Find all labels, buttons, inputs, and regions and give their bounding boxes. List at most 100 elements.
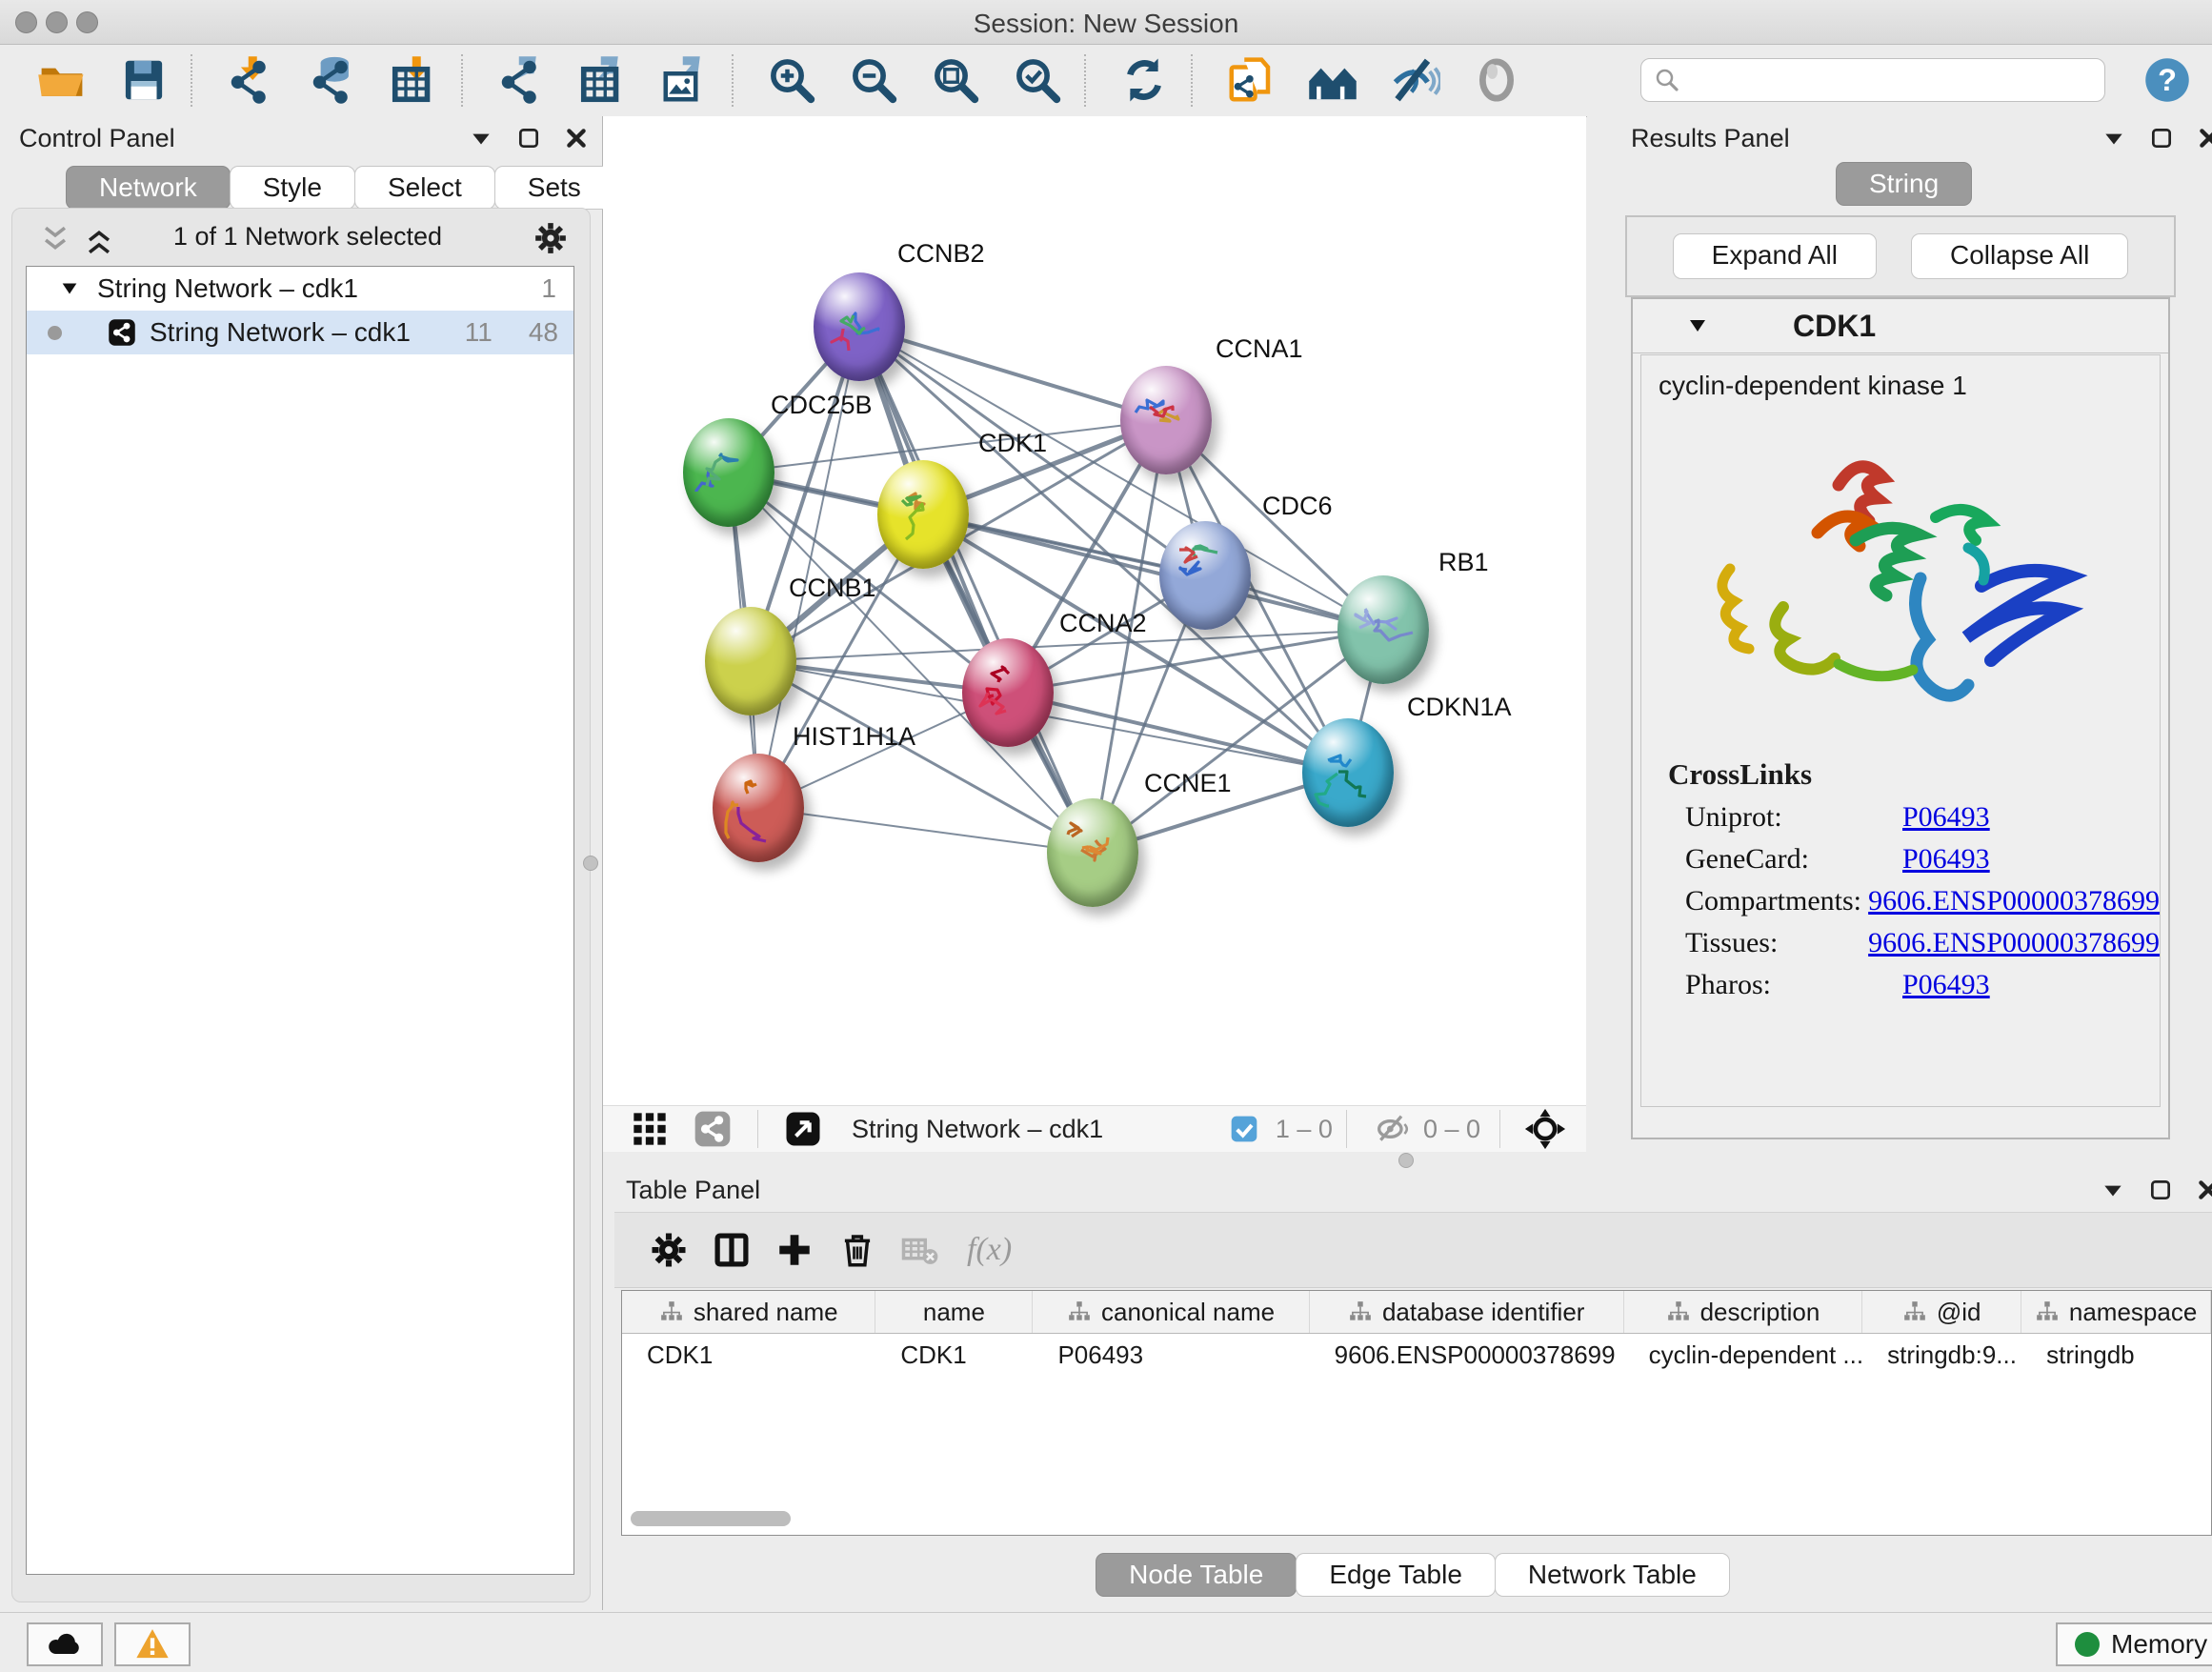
node-CCNB2[interactable] — [814, 272, 905, 381]
tab-network-table[interactable]: Network Table — [1495, 1553, 1730, 1597]
search-box[interactable] — [1640, 58, 2105, 102]
warning-status-button[interactable] — [114, 1622, 191, 1666]
crosslink-value-link[interactable]: P06493 — [1902, 801, 1990, 834]
edge-CCNB2-CCNA1[interactable] — [859, 327, 1166, 420]
maximize-panel-icon[interactable] — [2148, 1178, 2173, 1202]
node-CDC6[interactable] — [1159, 521, 1251, 630]
refresh-view-button[interactable] — [1115, 50, 1174, 110]
cloud-icon — [46, 1625, 84, 1663]
delete-column-icon[interactable] — [826, 1219, 889, 1281]
column-header-database-identifier[interactable]: database identifier — [1310, 1291, 1624, 1333]
close-panel-icon[interactable] — [2197, 126, 2212, 151]
cell-name[interactable]: CDK1 — [875, 1334, 1033, 1376]
save-session-button[interactable] — [114, 50, 173, 110]
first-neighbors-button[interactable] — [1303, 50, 1362, 110]
crosslink-value-link[interactable]: P06493 — [1902, 843, 1990, 876]
tab-select[interactable]: Select — [354, 166, 495, 210]
column-header-namespace[interactable]: namespace — [2021, 1291, 2211, 1333]
node-CCNE1[interactable] — [1047, 798, 1138, 907]
node-CDC25B[interactable] — [683, 418, 774, 527]
zoom-fit-button[interactable] — [926, 50, 985, 110]
network-collection-row[interactable]: String Network – cdk1 1 — [27, 267, 573, 311]
node-CDK1[interactable] — [877, 460, 969, 569]
edge-CCNB2-CCNE1[interactable] — [859, 327, 1093, 853]
export-image-button[interactable] — [655, 50, 714, 110]
column-header-shared-name[interactable]: shared name — [622, 1291, 875, 1333]
collapse-all-button[interactable]: Collapse All — [1911, 233, 2128, 279]
memory-button[interactable]: Memory — [2056, 1622, 2212, 1666]
column-header--id[interactable]: @id — [1862, 1291, 2021, 1333]
cell--id[interactable]: stringdb:9... — [1862, 1334, 2021, 1376]
cell-canonical-name[interactable]: P06493 — [1033, 1334, 1309, 1376]
shared-column-icon — [2035, 1299, 2060, 1324]
float-panel-icon[interactable] — [2101, 1178, 2125, 1202]
collapse-section-icon[interactable] — [1686, 314, 1709, 337]
column-header-name[interactable]: name — [875, 1291, 1033, 1333]
detach-view-icon[interactable] — [772, 1098, 835, 1160]
float-panel-icon[interactable] — [469, 126, 493, 151]
search-input[interactable] — [1681, 65, 2085, 96]
import-network-file-button[interactable] — [221, 50, 280, 110]
add-column-icon[interactable] — [763, 1219, 826, 1281]
zoom-out-button[interactable] — [844, 50, 903, 110]
cell-database-identifier[interactable]: 9606.ENSP00000378699 — [1310, 1334, 1624, 1376]
show-hide-graphics-button[interactable] — [1385, 50, 1444, 110]
duplicate-network-button[interactable] — [1221, 50, 1280, 110]
import-network-database-button[interactable] — [303, 50, 362, 110]
edge-CDK1-RB1[interactable] — [923, 514, 1383, 630]
export-network-button[interactable] — [492, 50, 551, 110]
level-of-detail-button[interactable] — [1467, 50, 1526, 110]
help-button[interactable]: ? — [2138, 50, 2197, 110]
table-row[interactable]: CDK1CDK1P064939606.ENSP00000378699cyclin… — [622, 1334, 2211, 1376]
crosslink-value-link[interactable]: P06493 — [1902, 969, 1990, 1001]
maximize-panel-icon[interactable] — [2149, 126, 2174, 151]
cell-shared-name[interactable]: CDK1 — [622, 1334, 875, 1376]
collapse-all-networks-icon[interactable] — [39, 224, 71, 256]
node-CDKN1A[interactable] — [1302, 718, 1394, 827]
tab-style[interactable]: Style — [230, 166, 355, 210]
horizontal-scrollbar[interactable] — [631, 1511, 791, 1526]
node-table[interactable]: shared namenamecanonical namedatabase id… — [621, 1290, 2212, 1536]
crosslink-value-link[interactable]: 9606.ENSP00000378699 — [1868, 927, 2160, 959]
vertical-splitter-handle-left[interactable] — [583, 856, 598, 871]
tab-network[interactable]: Network — [66, 166, 231, 210]
node-CCNA2[interactable] — [962, 638, 1054, 747]
network-canvas[interactable]: CCNB2CCNA1CDC25BCDK1CDC6RB1CCNB1CCNA2CDK… — [603, 116, 1586, 1105]
cloud-status-button[interactable] — [27, 1622, 103, 1666]
expand-all-networks-icon[interactable] — [83, 224, 115, 256]
fit-content-crosshair-icon[interactable] — [1514, 1098, 1577, 1160]
export-table-button[interactable] — [573, 50, 633, 110]
node-CCNA1[interactable] — [1120, 366, 1212, 474]
network-row[interactable]: String Network – cdk1 11 48 — [27, 311, 573, 354]
horizontal-splitter-handle[interactable] — [1398, 1153, 1414, 1168]
close-panel-icon[interactable] — [2196, 1178, 2212, 1202]
node-RB1[interactable] — [1337, 575, 1429, 684]
tab-node-table[interactable]: Node Table — [1096, 1553, 1297, 1597]
import-table-file-button[interactable] — [385, 50, 444, 110]
tab-sets[interactable]: Sets — [494, 166, 614, 210]
column-header-canonical-name[interactable]: canonical name — [1033, 1291, 1309, 1333]
open-session-button[interactable] — [32, 50, 91, 110]
edge-HIST1H1A-CCNE1[interactable] — [758, 808, 1093, 853]
selected-checkbox-icon[interactable] — [1213, 1098, 1276, 1160]
node-CCNB1[interactable] — [705, 607, 796, 715]
zoom-in-button[interactable] — [762, 50, 821, 110]
tab-edge-table[interactable]: Edge Table — [1296, 1553, 1496, 1597]
maximize-panel-icon[interactable] — [516, 126, 541, 151]
close-panel-icon[interactable] — [564, 126, 589, 151]
float-panel-icon[interactable] — [2101, 126, 2126, 151]
network-badge-icon[interactable] — [681, 1098, 744, 1160]
crosslink-value-link[interactable]: 9606.ENSP00000378699 — [1868, 885, 2160, 917]
table-options-gear-icon[interactable] — [637, 1219, 700, 1281]
column-header-description[interactable]: description — [1624, 1291, 1863, 1333]
cell-description[interactable]: cyclin-dependent ... — [1624, 1334, 1862, 1376]
tab-string[interactable]: String — [1836, 162, 1972, 206]
zoom-selected-button[interactable] — [1008, 50, 1067, 110]
cell-namespace[interactable]: stringdb — [2021, 1334, 2211, 1376]
network-options-gear-icon[interactable] — [533, 220, 569, 256]
expand-all-button[interactable]: Expand All — [1673, 233, 1877, 279]
collection-expander-icon[interactable] — [59, 278, 80, 299]
show-columns-icon[interactable] — [700, 1219, 763, 1281]
grid-view-icon[interactable] — [618, 1098, 681, 1160]
node-HIST1H1A[interactable] — [713, 754, 804, 862]
